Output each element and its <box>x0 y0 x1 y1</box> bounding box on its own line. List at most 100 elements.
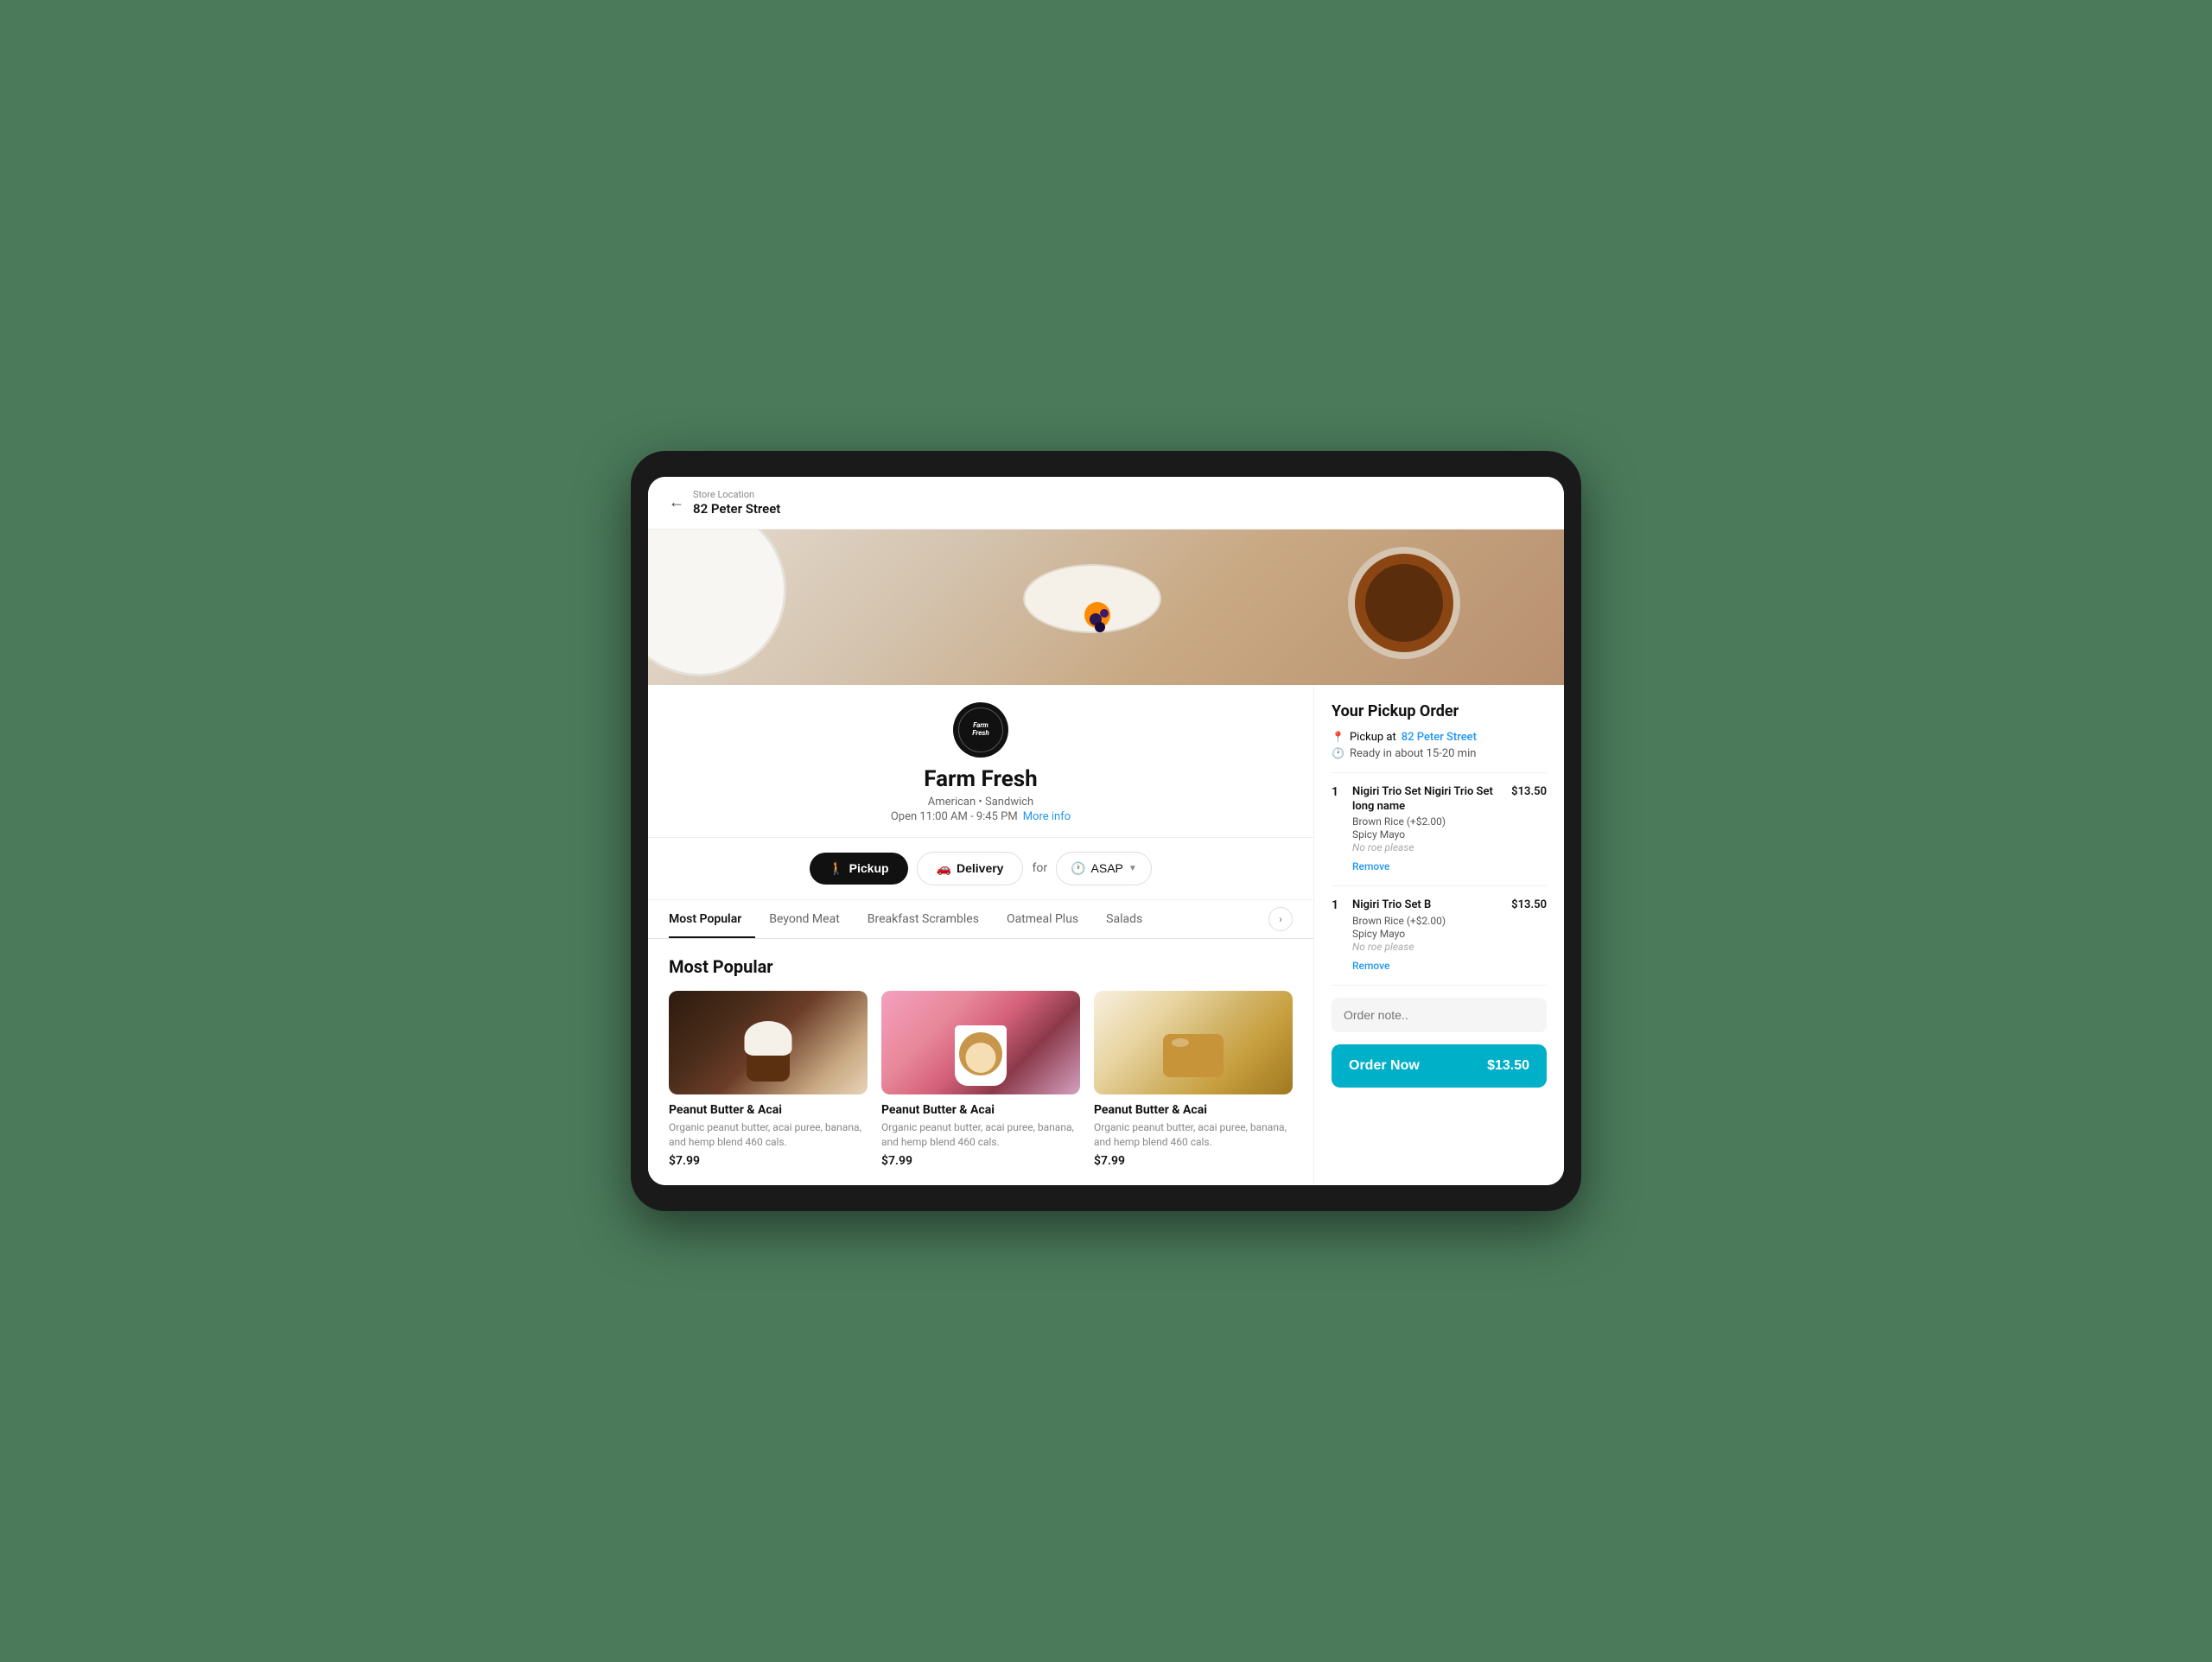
food-name-2: Peanut Butter & Acai <box>881 1103 1080 1117</box>
order-price-2: $13.50 <box>1511 898 1547 973</box>
order-qty-2: 1 <box>1332 898 1344 973</box>
more-info-link[interactable]: More info <box>1023 810 1071 823</box>
order-note-1: No roe please <box>1352 841 1503 853</box>
menu-item-image-2 <box>881 991 1080 1094</box>
bowl-decoration <box>1023 564 1161 633</box>
right-panel: Your Pickup Order 📍 Pickup at 82 Peter S… <box>1313 685 1564 1186</box>
ready-text: Ready in about 15-20 min <box>1350 747 1476 760</box>
food-price-3: $7.99 <box>1094 1154 1293 1168</box>
food-price-1: $7.99 <box>669 1154 868 1168</box>
pin-icon: 📍 <box>1332 731 1344 743</box>
food-price-2: $7.99 <box>881 1154 1080 1168</box>
top-bar: ← Store Location 82 Peter Street <box>648 477 1564 530</box>
pickup-at-label: Pickup at <box>1350 731 1396 744</box>
menu-item-1[interactable]: Peanut Butter & Acai Organic peanut butt… <box>669 991 868 1169</box>
latte-cup <box>955 1025 1007 1086</box>
store-location-name: 82 Peter Street <box>693 501 780 517</box>
order-divider-1 <box>1332 772 1547 773</box>
menu-item-details-3: Peanut Butter & Acai Organic peanut butt… <box>1094 1103 1293 1169</box>
order-divider-3 <box>1332 985 1547 986</box>
food-name-3: Peanut Butter & Acai <box>1094 1103 1293 1117</box>
tab-salads[interactable]: Salads <box>1092 900 1156 938</box>
order-mod-1b: Spicy Mayo <box>1352 828 1503 841</box>
order-item-2: 1 Nigiri Trio Set B Brown Rice (+$2.00) … <box>1332 898 1547 973</box>
order-details-2: Nigiri Trio Set B Brown Rice (+$2.00) Sp… <box>1352 898 1503 973</box>
food-desc-2: Organic peanut butter, acai puree, banan… <box>881 1120 1080 1150</box>
tab-breakfast-scrambles[interactable]: Breakfast Scrambles <box>854 900 993 938</box>
hero-banner <box>648 530 1564 685</box>
menu-item-details-2: Peanut Butter & Acai Organic peanut butt… <box>881 1103 1080 1169</box>
nav-right-arrow[interactable]: › <box>1268 907 1293 931</box>
order-price-1: $13.50 <box>1511 785 1547 874</box>
order-divider-2 <box>1332 885 1547 886</box>
pickup-icon: 🚶 <box>829 861 843 876</box>
food-desc-1: Organic peanut butter, acai puree, banan… <box>669 1120 868 1150</box>
left-panel: FarmFresh Farm Fresh American • Sandwich… <box>648 685 1313 1186</box>
menu-item-3[interactable]: Peanut Butter & Acai Organic peanut butt… <box>1094 991 1293 1169</box>
action-buttons: 🚶 Pickup 🚗 Delivery for 🕐 ASAP ▼ <box>648 838 1313 900</box>
order-total: $13.50 <box>1487 1058 1529 1074</box>
restaurant-hours: Open 11:00 AM - 9:45 PM More info <box>891 810 1071 823</box>
pickup-button[interactable]: 🚶 Pickup <box>810 853 907 885</box>
cupcake-base <box>747 1051 790 1082</box>
hours-text: Open 11:00 AM - 9:45 PM <box>891 810 1018 823</box>
order-mod-2b: Spicy Mayo <box>1352 928 1503 940</box>
tablet-screen: ← Store Location 82 Peter Street <box>648 477 1564 1186</box>
menu-item-2[interactable]: Peanut Butter & Acai Organic peanut butt… <box>881 991 1080 1169</box>
order-now-button[interactable]: Order Now $13.50 <box>1332 1044 1547 1088</box>
store-location-label: Store Location <box>693 489 780 500</box>
back-button[interactable]: ← <box>669 493 684 511</box>
pickup-location-link[interactable]: 82 Peter Street <box>1402 731 1477 744</box>
menu-item-image-1 <box>669 991 868 1094</box>
clock-icon-small: 🕐 <box>1332 747 1344 759</box>
section-title: Most Popular <box>669 956 1293 977</box>
order-qty-1: 1 <box>1332 785 1344 874</box>
pickup-location-meta: 📍 Pickup at 82 Peter Street <box>1332 731 1547 744</box>
menu-item-image-3 <box>1094 991 1293 1094</box>
coffee-cup-decoration <box>1348 547 1460 659</box>
pickup-ready-meta: 🕐 Ready in about 15-20 min <box>1332 747 1547 760</box>
pastry <box>1163 1034 1224 1077</box>
plate-decoration <box>648 530 786 676</box>
chevron-down-icon: ▼ <box>1128 864 1137 873</box>
asap-button[interactable]: 🕐 ASAP ▼ <box>1056 852 1152 885</box>
delivery-label: Delivery <box>957 861 1003 875</box>
logo-text: FarmFresh <box>972 722 988 738</box>
remove-item-2[interactable]: Remove <box>1352 960 1389 972</box>
main-content: FarmFresh Farm Fresh American • Sandwich… <box>648 685 1564 1186</box>
food-desc-3: Organic peanut butter, acai puree, banan… <box>1094 1120 1293 1150</box>
remove-item-1[interactable]: Remove <box>1352 860 1389 872</box>
restaurant-name: Farm Fresh <box>924 766 1037 792</box>
menu-grid: Peanut Butter & Acai Organic peanut butt… <box>669 991 1293 1169</box>
logo-circle: FarmFresh <box>958 707 1003 752</box>
asap-label: ASAP <box>1091 861 1123 875</box>
car-icon: 🚗 <box>937 861 951 876</box>
most-popular-section: Most Popular Peanut Butter & Acai Organi… <box>648 939 1313 1186</box>
tab-most-popular[interactable]: Most Popular <box>669 900 755 938</box>
order-mod-1a: Brown Rice (+$2.00) <box>1352 815 1503 828</box>
berry-decoration-2 <box>1095 622 1105 632</box>
order-item-1: 1 Nigiri Trio Set Nigiri Trio Set long n… <box>1332 785 1547 874</box>
for-label: for <box>1032 861 1047 875</box>
store-location-info: Store Location 82 Peter Street <box>693 489 780 517</box>
order-now-label: Order Now <box>1349 1058 1420 1074</box>
nav-tabs: Most Popular Beyond Meat Breakfast Scram… <box>648 900 1313 939</box>
clock-icon: 🕐 <box>1071 861 1085 876</box>
cupcake-frosting <box>745 1021 792 1056</box>
order-item-name-1: Nigiri Trio Set Nigiri Trio Set long nam… <box>1352 785 1503 815</box>
coffee-liquid-decoration <box>1365 564 1443 642</box>
tab-oatmeal-plus[interactable]: Oatmeal Plus <box>993 900 1092 938</box>
restaurant-cuisine: American • Sandwich <box>928 796 1033 809</box>
latte-art <box>966 1043 996 1073</box>
pickup-label: Pickup <box>849 861 889 875</box>
order-note-2: No roe please <box>1352 941 1503 953</box>
delivery-button[interactable]: 🚗 Delivery <box>917 852 1024 885</box>
order-item-name-2: Nigiri Trio Set B <box>1352 898 1503 913</box>
menu-item-details-1: Peanut Butter & Acai Organic peanut butt… <box>669 1103 868 1169</box>
order-note-input[interactable] <box>1332 998 1547 1032</box>
latte-liquid <box>959 1032 1002 1075</box>
order-mod-2a: Brown Rice (+$2.00) <box>1352 915 1503 927</box>
tab-beyond-meat[interactable]: Beyond Meat <box>755 900 854 938</box>
tablet-frame: ← Store Location 82 Peter Street <box>631 451 1581 1212</box>
food-name-1: Peanut Butter & Acai <box>669 1103 868 1117</box>
